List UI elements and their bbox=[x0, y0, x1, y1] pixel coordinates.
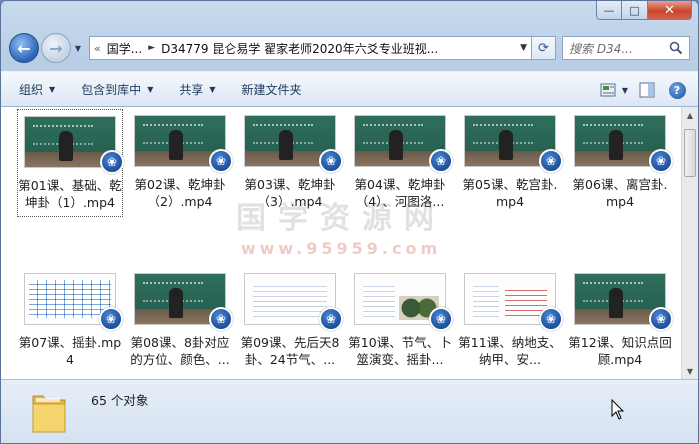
file-name: 第12课、知识点回顾.mp4 bbox=[568, 335, 672, 367]
media-player-icon: ❀ bbox=[319, 149, 343, 173]
file-name: 第01课、基础、乾坤卦（1）.mp4 bbox=[18, 178, 122, 210]
breadcrumb-segment-1[interactable]: 国学... bbox=[107, 40, 142, 57]
thumbnail-content bbox=[473, 282, 499, 318]
file-name: 第11课、纳地支、纳甲、安... bbox=[458, 335, 562, 367]
include-in-library-menu[interactable]: 包含到库中 ▼ bbox=[81, 81, 153, 98]
breadcrumb-segment-2[interactable]: D34779 昆仑易学 翟家老师2020年六爻专业班视... bbox=[161, 40, 438, 57]
help-button[interactable]: ? bbox=[666, 79, 688, 101]
scrollbar-thumb[interactable] bbox=[684, 129, 696, 177]
item-count: 65 个对象 bbox=[91, 393, 149, 408]
file-name: 第08课、8卦对应的方位、颜色、... bbox=[130, 335, 230, 367]
share-menu[interactable]: 共享 ▼ bbox=[179, 81, 215, 98]
thumbnail-content bbox=[253, 282, 327, 318]
media-player-icon: ❀ bbox=[649, 149, 673, 173]
file-name: 第03课、乾坤卦（3）.mp4 bbox=[244, 177, 336, 209]
caret-down-icon: ▼ bbox=[49, 84, 56, 94]
thumbnail-content bbox=[609, 130, 623, 160]
details-pane: 65 个对象 bbox=[1, 379, 698, 443]
breadcrumb-separator-icon[interactable]: ► bbox=[148, 43, 155, 53]
media-player-icon: ❀ bbox=[649, 307, 673, 331]
caret-down-icon: ▼ bbox=[147, 84, 154, 94]
file-item[interactable]: ❀ 第08课、8卦对应的方位、颜色、... bbox=[127, 267, 233, 368]
address-chevron-icon[interactable]: « bbox=[94, 42, 101, 55]
back-button[interactable]: ← bbox=[9, 33, 39, 63]
close-button[interactable]: ✕ bbox=[648, 1, 692, 20]
include-in-library-label: 包含到库中 bbox=[81, 82, 142, 97]
organize-menu[interactable]: 组织 ▼ bbox=[19, 81, 55, 98]
thumbnail-content bbox=[609, 288, 623, 318]
folder-icon bbox=[32, 395, 66, 433]
media-player-icon: ❀ bbox=[209, 307, 233, 331]
minimize-button[interactable]: — bbox=[596, 1, 622, 20]
maximize-button[interactable]: □ bbox=[622, 1, 648, 20]
file-item[interactable]: ❀ 第03课、乾坤卦（3）.mp4 bbox=[237, 109, 343, 210]
file-name: 第06课、离宫卦.mp4 bbox=[572, 177, 668, 209]
media-player-icon: ❀ bbox=[99, 307, 123, 331]
file-item[interactable]: ❀ 第12课、知识点回顾.mp4 bbox=[567, 267, 673, 368]
file-item[interactable]: ❀ 第02课、乾坤卦（2）.mp4 bbox=[127, 109, 233, 210]
file-item[interactable]: ❀ 第04课、乾坤卦（4）、河图洛... bbox=[347, 109, 453, 210]
help-icon: ? bbox=[668, 81, 686, 99]
command-toolbar: 组织 ▼ 包含到库中 ▼ 共享 ▼ 新建文件夹 ▼ ? bbox=[1, 71, 698, 107]
new-folder-label: 新建文件夹 bbox=[241, 82, 302, 97]
media-player-icon: ❀ bbox=[429, 307, 453, 331]
preview-pane-icon bbox=[639, 82, 655, 98]
file-name: 第09课、先后天8卦、24节气、... bbox=[240, 335, 340, 367]
media-player-icon: ❀ bbox=[429, 149, 453, 173]
search-icon[interactable] bbox=[669, 41, 683, 55]
file-item[interactable]: ❀ 第06课、离宫卦.mp4 bbox=[567, 109, 673, 210]
thumbnail-content bbox=[389, 130, 403, 160]
thumbnail-content bbox=[169, 130, 183, 160]
file-name: 第02课、乾坤卦（2）.mp4 bbox=[134, 177, 226, 209]
refresh-icon: ⟳ bbox=[538, 40, 549, 56]
media-player-icon: ❀ bbox=[539, 149, 563, 173]
change-view-button[interactable] bbox=[598, 79, 620, 101]
file-item[interactable]: ❀ 第05课、乾宫卦.mp4 bbox=[457, 109, 563, 210]
thumbnail-content bbox=[29, 280, 111, 318]
file-name: 第10课、节气、卜筮演变、摇卦... bbox=[348, 335, 452, 367]
address-history-dropdown-icon[interactable]: ▼ bbox=[516, 43, 527, 53]
thumbnail-content bbox=[169, 288, 183, 318]
forward-arrow-icon: → bbox=[49, 38, 63, 58]
back-arrow-icon: ← bbox=[17, 38, 31, 58]
refresh-button[interactable]: ⟳ bbox=[532, 36, 556, 60]
mouse-pointer-icon bbox=[611, 399, 625, 420]
thumbnail-content bbox=[363, 282, 395, 318]
explorer-window: — □ ✕ ← → ▼ « 国学... ► D34779 昆仑易学 翟家老师20… bbox=[0, 0, 699, 444]
thumbnail-content bbox=[279, 130, 293, 160]
watermark-url: www.95959.com bbox=[240, 239, 442, 258]
file-item[interactable]: ❀ 第11课、纳地支、纳甲、安... bbox=[457, 267, 563, 368]
media-player-icon: ❀ bbox=[209, 149, 233, 173]
scroll-down-icon[interactable]: ▼ bbox=[682, 363, 698, 379]
vertical-scrollbar[interactable]: ▲ ▼ bbox=[681, 107, 698, 379]
caret-down-icon: ▼ bbox=[209, 84, 216, 94]
media-player-icon: ❀ bbox=[319, 307, 343, 331]
file-item[interactable]: ❀ 第07课、摇卦.mp4 bbox=[17, 267, 123, 368]
media-player-icon: ❀ bbox=[539, 307, 563, 331]
organize-label: 组织 bbox=[19, 82, 44, 97]
thumbnail-content bbox=[499, 130, 513, 160]
navigation-bar: ← → ▼ « 国学... ► D34779 昆仑易学 翟家老师2020年六爻专… bbox=[9, 31, 690, 65]
recent-pages-dropdown[interactable]: ▼ bbox=[71, 44, 85, 53]
file-name: 第05课、乾宫卦.mp4 bbox=[462, 177, 558, 209]
file-item[interactable]: ❀ 第01课、基础、乾坤卦（1）.mp4 bbox=[17, 109, 124, 217]
share-label: 共享 bbox=[179, 82, 204, 97]
scroll-up-icon[interactable]: ▲ bbox=[682, 107, 698, 123]
view-options-icon bbox=[600, 83, 616, 97]
preview-pane-button[interactable] bbox=[636, 79, 658, 101]
search-placeholder: 搜索 D34... bbox=[569, 41, 633, 56]
view-dropdown-icon[interactable]: ▼ bbox=[622, 86, 628, 95]
caption-buttons: — □ ✕ bbox=[596, 1, 692, 20]
file-item[interactable]: ❀ 第09课、先后天8卦、24节气、... bbox=[237, 267, 343, 368]
file-name: 第04课、乾坤卦（4）、河图洛... bbox=[354, 177, 446, 209]
search-input[interactable]: 搜索 D34... bbox=[562, 36, 690, 60]
new-folder-button[interactable]: 新建文件夹 bbox=[242, 81, 302, 98]
file-name: 第07课、摇卦.mp4 bbox=[18, 335, 122, 367]
file-list-view[interactable]: ❀ 第01课、基础、乾坤卦（1）.mp4 ❀ 第02课、乾坤卦（2）.mp4 ❀ 第03课… bbox=[1, 107, 681, 379]
address-bar[interactable]: « 国学... ► D34779 昆仑易学 翟家老师2020年六爻专业班视...… bbox=[89, 36, 532, 60]
file-item[interactable]: ❀ 第10课、节气、卜筮演变、摇卦... bbox=[347, 267, 453, 368]
forward-button[interactable]: → bbox=[41, 33, 71, 63]
media-player-icon: ❀ bbox=[100, 150, 124, 174]
thumbnail-content bbox=[59, 131, 73, 161]
